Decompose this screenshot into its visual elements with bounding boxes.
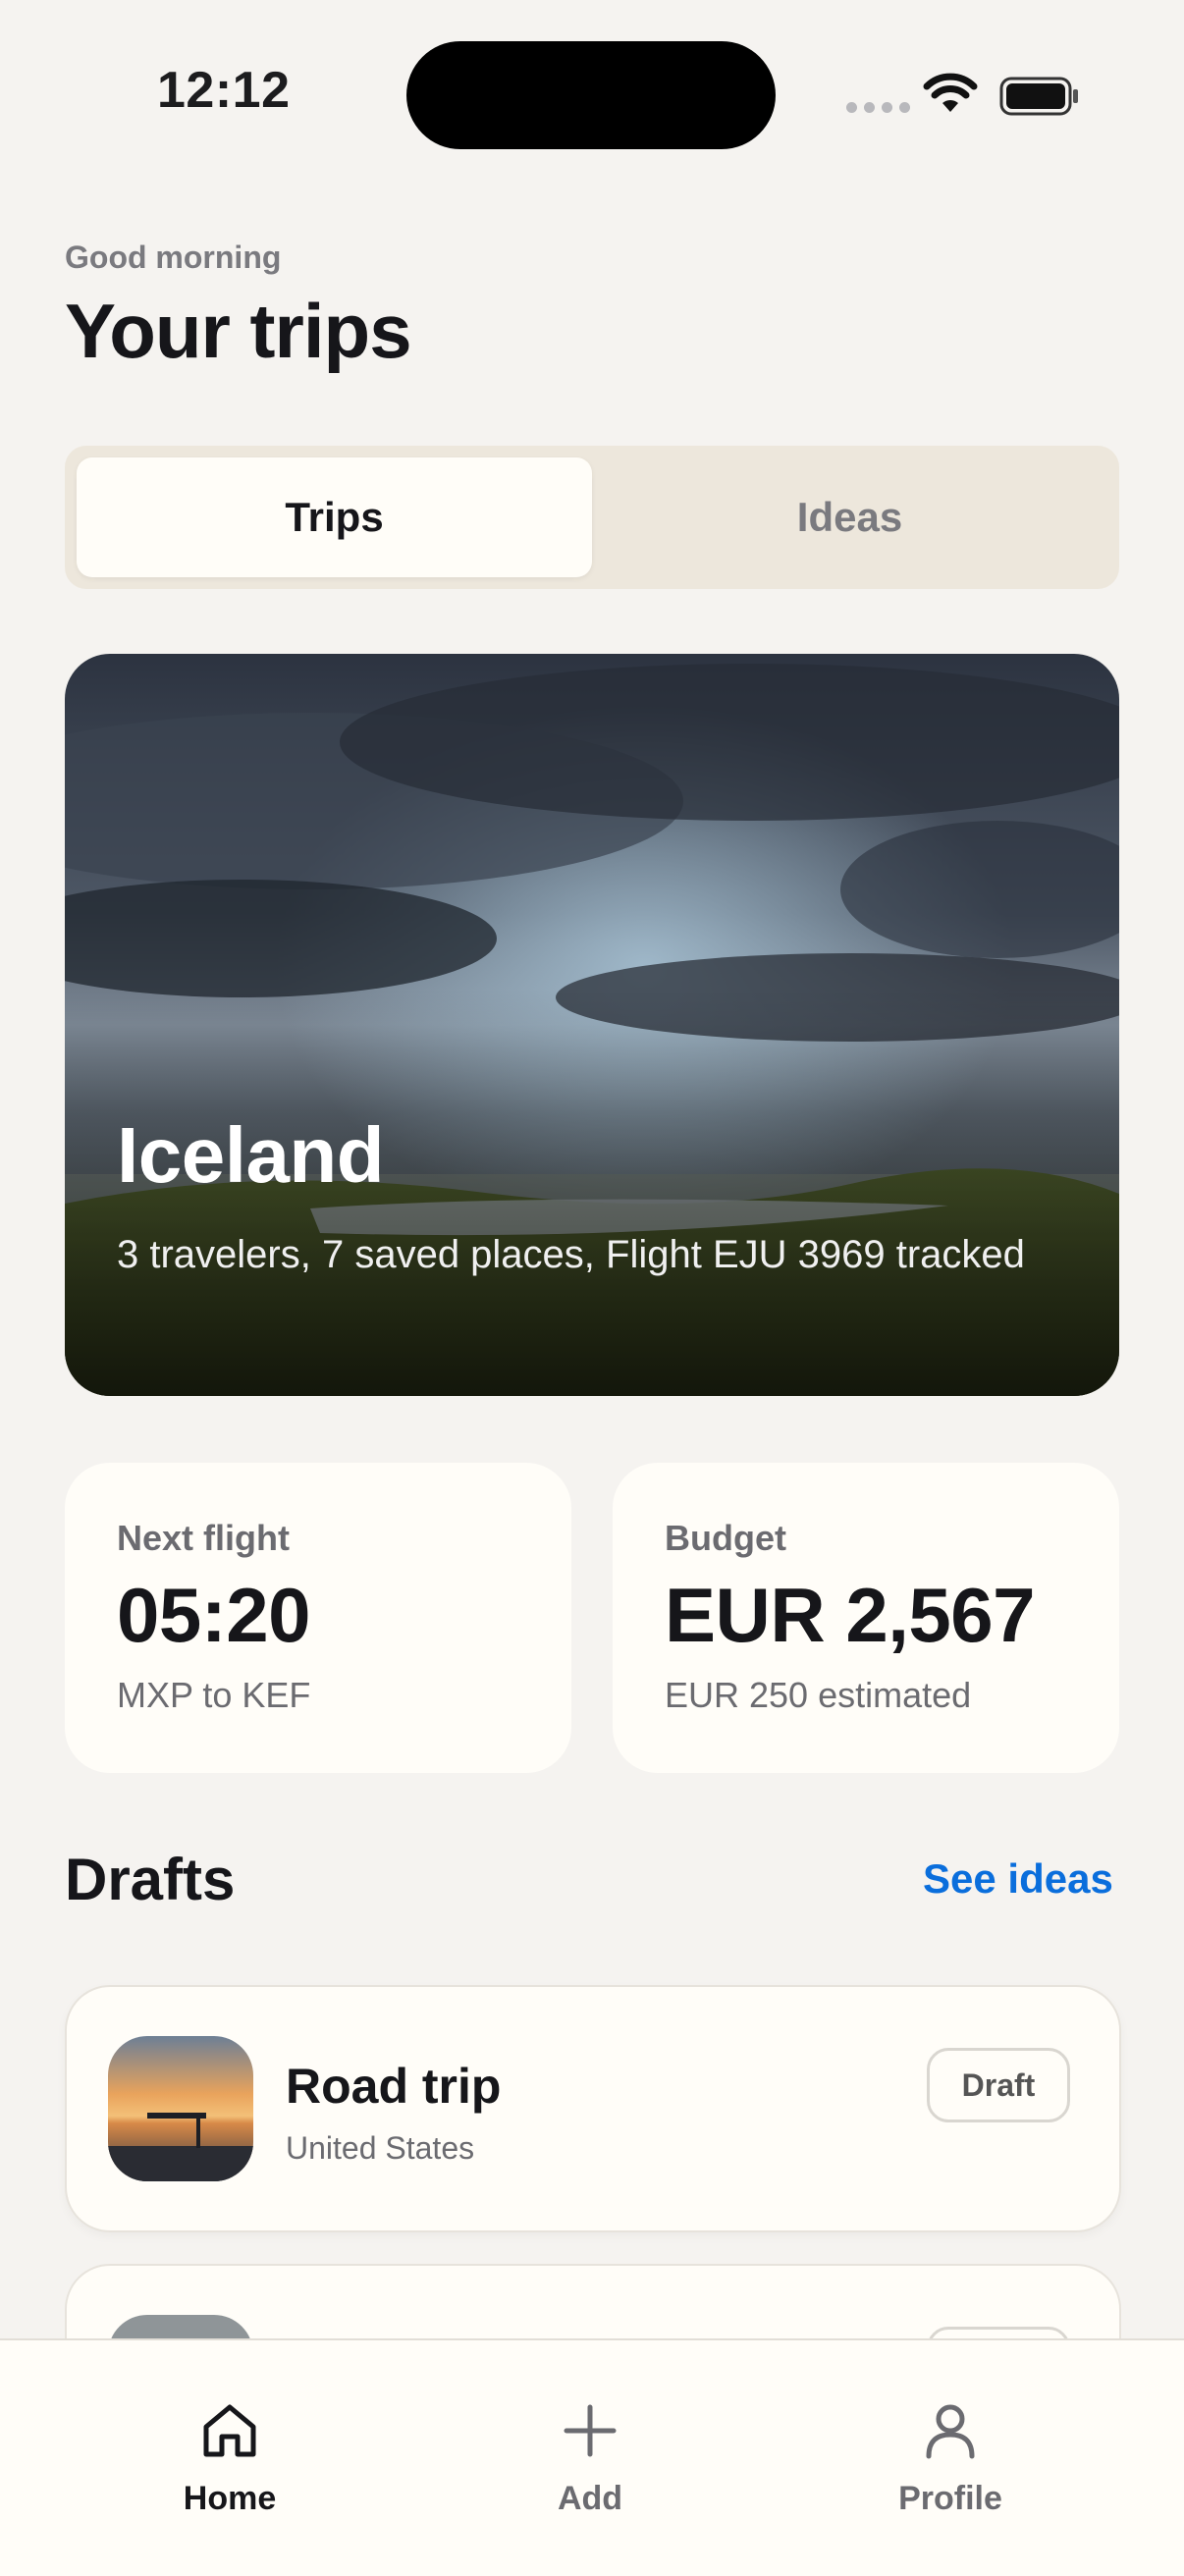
trip-subtitle: 3 travelers, 7 saved places, Flight EJU …: [117, 1233, 1025, 1276]
person-icon: [926, 2404, 975, 2459]
drafts-heading: Drafts: [65, 1847, 236, 1912]
plus-icon: [564, 2404, 617, 2457]
tab-home[interactable]: Home: [82, 2340, 377, 2537]
cellular-signal-icon: [846, 102, 910, 113]
draft-badge: Draft: [927, 2048, 1070, 2122]
draft-location: United States: [286, 2130, 475, 2166]
dynamic-island: [406, 41, 776, 149]
stat-label: Next flight: [117, 1518, 290, 1558]
tab-bar: Home Add Profile: [0, 2338, 1184, 2576]
greeting-text: Good morning: [65, 240, 282, 275]
wifi-icon: [923, 73, 978, 112]
stat-label: Budget: [665, 1518, 786, 1558]
budget-card[interactable]: Budget EUR 2,567 EUR 250 estimated: [613, 1463, 1119, 1773]
see-ideas-link[interactable]: See ideas: [923, 1855, 1113, 1903]
draft-title: Road trip: [286, 2059, 502, 2114]
stat-note: MXP to KEF: [117, 1675, 311, 1715]
tab-profile[interactable]: Profile: [803, 2340, 1098, 2537]
page-title: Your trips: [65, 288, 412, 374]
home-icon: [203, 2404, 256, 2457]
status-time: 12:12: [157, 62, 291, 119]
tab-label: Add: [557, 2480, 623, 2517]
battery-icon: [999, 77, 1078, 116]
trip-hero-card[interactable]: Iceland 3 travelers, 7 saved places, Fli…: [65, 654, 1119, 1396]
trip-title: Iceland: [117, 1111, 385, 1199]
next-flight-card[interactable]: Next flight 05:20 MXP to KEF: [65, 1463, 571, 1773]
tab-label: Home: [183, 2480, 277, 2517]
tab-add[interactable]: Add: [443, 2340, 737, 2537]
segment-ideas[interactable]: Ideas: [592, 457, 1107, 577]
stat-note: EUR 250 estimated: [665, 1675, 972, 1715]
tab-label: Profile: [898, 2480, 1002, 2517]
stat-value: 05:20: [117, 1572, 311, 1658]
segment-trips[interactable]: Trips: [77, 457, 592, 577]
stat-value: EUR 2,567: [665, 1572, 1036, 1658]
draft-card[interactable]: Road trip United States Draft: [65, 1985, 1121, 2232]
draft-thumbnail: [108, 2036, 253, 2181]
